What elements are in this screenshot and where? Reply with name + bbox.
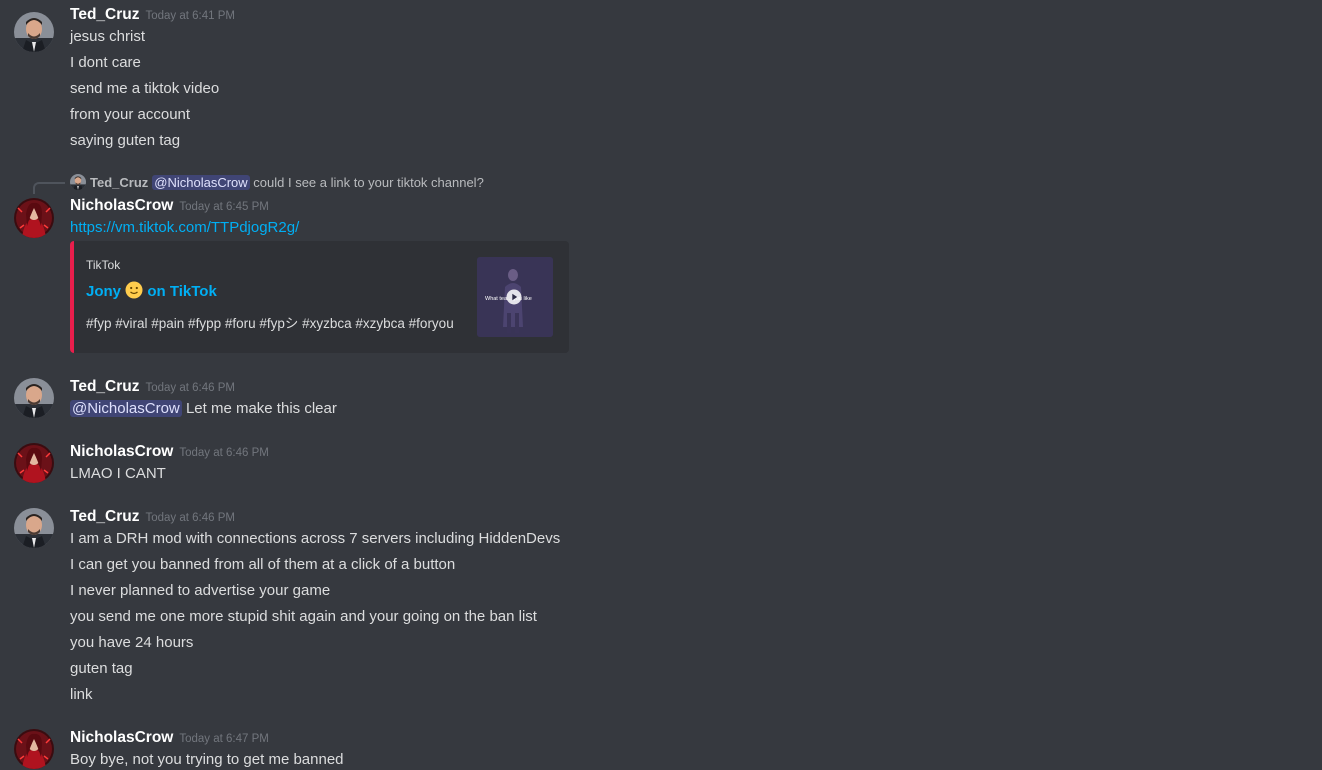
username[interactable]: Ted_Cruz xyxy=(70,508,139,525)
message-text: guten tag xyxy=(70,660,133,677)
ted-cruz-avatar-icon xyxy=(70,174,86,190)
username[interactable]: Ted_Cruz xyxy=(70,378,139,395)
message-header: Ted_Cruz Today at 6:46 PM xyxy=(70,378,235,396)
message-header: NicholasCrow Today at 6:45 PM xyxy=(70,197,269,215)
message-text: I can get you banned from all of them at… xyxy=(70,556,456,573)
ted-cruz-avatar-icon[interactable] xyxy=(14,508,54,548)
ted-cruz-avatar-icon[interactable] xyxy=(14,12,54,52)
reply-preview[interactable]: Ted_Cruz @NicholasCrow could I see a link… xyxy=(70,174,484,191)
timestamp[interactable]: Today at 6:41 PM xyxy=(145,10,235,22)
username[interactable]: NicholasCrow xyxy=(70,729,173,746)
message-text: saying guten tag xyxy=(70,132,181,149)
nicholas-crow-avatar-icon[interactable] xyxy=(14,443,54,483)
message-text: Boy bye, not you trying to get me banned xyxy=(70,751,344,768)
message-text: @NicholasCrow Let me make this clear xyxy=(70,399,337,419)
timestamp[interactable]: Today at 6:45 PM xyxy=(179,201,269,213)
reply-mention[interactable]: @NicholasCrow xyxy=(152,175,250,190)
embed-provider[interactable]: TikTok xyxy=(86,258,120,272)
reply-text: could I see a link to your tiktok channe… xyxy=(253,175,484,190)
message-text: I am a DRH mod with connections across 7… xyxy=(70,530,561,547)
message-header: Ted_Cruz Today at 6:46 PM xyxy=(70,508,235,526)
message-text: link xyxy=(70,686,93,703)
tiktok-embed: TikTok Jony on TikTok #fyp #viral #pain … xyxy=(70,241,569,353)
nicholas-crow-avatar-icon[interactable] xyxy=(14,729,54,769)
message-text: you have 24 hours xyxy=(70,634,194,651)
username[interactable]: NicholasCrow xyxy=(70,443,173,460)
username[interactable]: Ted_Cruz xyxy=(70,6,139,23)
message-text: you send me one more stupid shit again a… xyxy=(70,608,537,625)
message-header: NicholasCrow Today at 6:47 PM xyxy=(70,729,269,747)
message-text: I dont care xyxy=(70,54,141,71)
slightly-smiling-face-icon xyxy=(125,281,143,299)
user-mention[interactable]: @NicholasCrow xyxy=(70,400,182,417)
link-text[interactable]: https://vm.tiktok.com/TTPdjogR2g/ xyxy=(70,219,299,236)
play-icon[interactable] xyxy=(506,289,522,305)
tiktok-link[interactable]: https://vm.tiktok.com/TTPdjogR2g/ xyxy=(70,218,299,238)
timestamp[interactable]: Today at 6:46 PM xyxy=(145,382,235,394)
video-thumbnail[interactable]: What tea... you like xyxy=(477,257,553,337)
message-text: LMAO I CANT xyxy=(70,465,166,482)
username[interactable]: NicholasCrow xyxy=(70,197,173,214)
reply-spine xyxy=(33,182,65,194)
message-body: Let me make this clear xyxy=(185,400,337,417)
message-text: from your account xyxy=(70,106,191,123)
reply-username: Ted_Cruz xyxy=(90,175,149,190)
ted-cruz-avatar-icon[interactable] xyxy=(14,378,54,418)
chat-messages: Ted_Cruz Today at 6:41 PM jesus christ I … xyxy=(0,0,1322,770)
timestamp[interactable]: Today at 6:46 PM xyxy=(179,447,269,459)
timestamp[interactable]: Today at 6:47 PM xyxy=(179,733,269,745)
nicholas-crow-avatar-icon[interactable] xyxy=(14,198,54,238)
embed-title-suffix[interactable]: on TikTok xyxy=(147,283,216,300)
embed-title-prefix[interactable]: Jony xyxy=(86,283,121,300)
message-header: Ted_Cruz Today at 6:41 PM xyxy=(70,6,235,24)
embed-title[interactable]: Jony on TikTok xyxy=(86,281,217,300)
message-text: jesus christ xyxy=(70,28,146,45)
message-text: I never planned to advertise your game xyxy=(70,582,331,599)
embed-description: #fyp #viral #pain #fypp #foru #fypシ #xyz… xyxy=(86,316,454,331)
message-text: send me a tiktok video xyxy=(70,80,220,97)
timestamp[interactable]: Today at 6:46 PM xyxy=(145,512,235,524)
message-header: NicholasCrow Today at 6:46 PM xyxy=(70,443,269,461)
